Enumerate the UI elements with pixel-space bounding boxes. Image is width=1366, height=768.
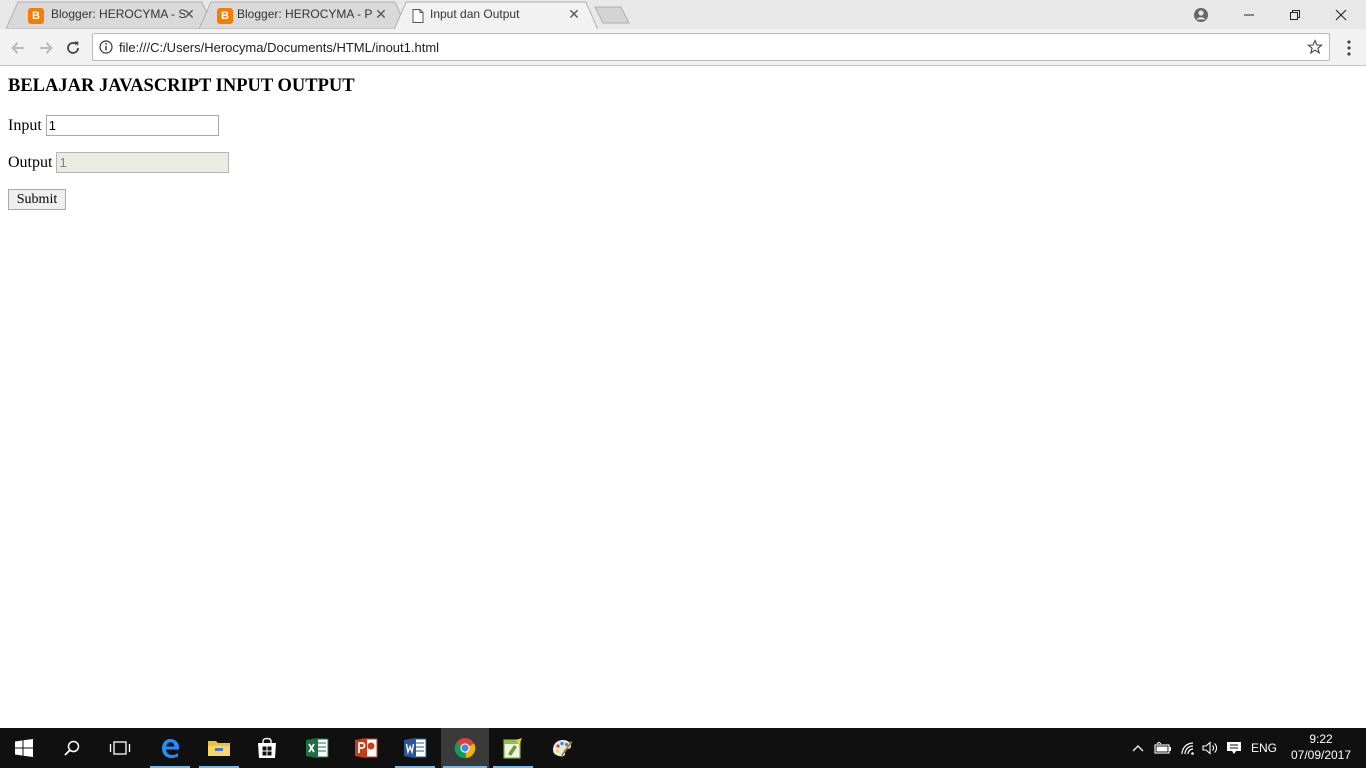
word-icon xyxy=(404,738,427,758)
taskbar-chrome[interactable] xyxy=(441,728,489,768)
language-indicator[interactable]: ENG xyxy=(1250,728,1278,768)
profile-button[interactable] xyxy=(1178,0,1224,29)
tab-title: Blogger: HEROCYMA - Pe xyxy=(237,7,373,21)
input-label: Input xyxy=(8,116,42,134)
close-tab-icon[interactable]: ✕ xyxy=(181,6,197,22)
chrome-icon xyxy=(454,738,476,759)
tab-strip: Blogger: HEROCYMA - Se ✕ Blogger: HEROCY… xyxy=(0,0,1366,29)
close-tab-icon[interactable]: ✕ xyxy=(373,6,389,22)
input-field[interactable] xyxy=(45,115,219,136)
edge-icon xyxy=(162,739,179,758)
chevron-up-icon xyxy=(1132,745,1144,752)
taskbar-paint[interactable] xyxy=(540,728,584,768)
close-window-button[interactable] xyxy=(1318,0,1364,29)
forward-button[interactable] xyxy=(36,38,56,58)
arrow-right-icon xyxy=(40,42,53,54)
taskbar-store[interactable] xyxy=(245,728,289,768)
start-button[interactable] xyxy=(2,728,46,768)
taskbar-edge[interactable] xyxy=(148,728,192,768)
show-hidden-icons-button[interactable] xyxy=(1130,728,1146,768)
url-text[interactable]: file:///C:/Users/Herocyma/Documents/HTML… xyxy=(119,40,439,55)
restore-button[interactable] xyxy=(1272,0,1318,29)
tab-title: Blogger: HEROCYMA - Se xyxy=(51,7,185,21)
paint-icon xyxy=(553,740,573,757)
reload-icon xyxy=(67,41,79,54)
output-row: Output xyxy=(8,152,230,173)
info-icon[interactable] xyxy=(99,40,113,54)
blogger-icon xyxy=(217,8,233,24)
address-bar[interactable]: file:///C:/Users/Herocyma/Documents/HTML… xyxy=(92,33,1330,61)
notification-icon xyxy=(1227,742,1241,754)
output-field xyxy=(56,152,230,173)
close-icon xyxy=(1335,9,1347,20)
taskbar-notepad-plus-plus[interactable] xyxy=(491,728,535,768)
back-button[interactable] xyxy=(8,38,28,58)
task-view-icon xyxy=(109,741,131,755)
profile-icon xyxy=(1194,7,1208,22)
taskbar-excel[interactable] xyxy=(295,728,339,768)
restore-icon xyxy=(1290,9,1300,20)
start-icon xyxy=(15,739,33,757)
arrow-left-icon xyxy=(11,42,24,54)
page-content: BELAJAR JAVASCRIPT INPUT OUTPUT Input Ou… xyxy=(0,67,1366,728)
battery-button[interactable] xyxy=(1153,728,1173,768)
taskbar-powerpoint[interactable] xyxy=(344,728,388,768)
search-icon xyxy=(64,740,80,756)
taskbar-word[interactable] xyxy=(393,728,437,768)
star-icon[interactable] xyxy=(1307,39,1323,55)
battery-icon xyxy=(1154,742,1171,754)
input-row: Input xyxy=(8,115,219,136)
tab-input-dan-output[interactable]: Input dan Output ✕ xyxy=(394,1,598,29)
file-explorer-icon xyxy=(208,741,230,756)
taskbar-file-explorer[interactable] xyxy=(197,728,241,768)
minimize-button[interactable] xyxy=(1226,0,1272,29)
taskbar: ENG 9:22 07/09/2017 xyxy=(0,728,1366,768)
clock-date: 07/09/2017 xyxy=(1290,748,1352,762)
minimize-icon xyxy=(1244,14,1254,15)
clock[interactable]: 9:22 07/09/2017 xyxy=(1288,731,1354,763)
notepad-plus-plus-icon xyxy=(503,738,522,759)
network-button[interactable] xyxy=(1178,728,1198,768)
task-view-button[interactable] xyxy=(98,728,142,768)
close-tab-icon[interactable]: ✕ xyxy=(566,6,582,22)
wifi-icon xyxy=(1181,742,1194,755)
tab-blogger-1[interactable]: Blogger: HEROCYMA - Se ✕ xyxy=(6,1,214,29)
page-icon xyxy=(412,9,424,23)
search-button[interactable] xyxy=(50,728,94,768)
excel-icon xyxy=(306,738,329,758)
volume-button[interactable] xyxy=(1200,728,1220,768)
menu-icon[interactable] xyxy=(1340,38,1358,58)
browser-toolbar: file:///C:/Users/Herocyma/Documents/HTML… xyxy=(0,29,1366,66)
store-icon xyxy=(258,737,276,758)
tab-title: Input dan Output xyxy=(430,7,520,21)
powerpoint-icon xyxy=(355,738,378,758)
page-title: BELAJAR JAVASCRIPT INPUT OUTPUT xyxy=(8,76,355,96)
submit-button[interactable]: Submit xyxy=(8,189,66,210)
new-tab-button[interactable] xyxy=(594,6,630,24)
tab-blogger-2[interactable]: Blogger: HEROCYMA - Pe ✕ xyxy=(199,1,407,29)
action-center-button[interactable] xyxy=(1224,728,1244,768)
reload-button[interactable] xyxy=(63,38,83,58)
clock-time: 9:22 xyxy=(1309,732,1333,746)
speaker-icon xyxy=(1202,741,1217,755)
output-label: Output xyxy=(8,153,53,171)
blogger-icon xyxy=(28,8,44,24)
